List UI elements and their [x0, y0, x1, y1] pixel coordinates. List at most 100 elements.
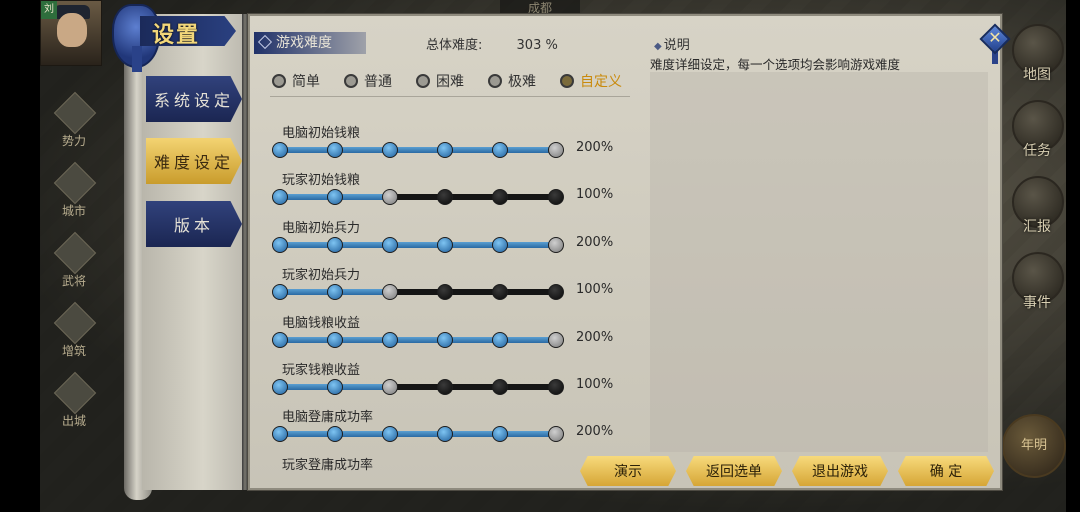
- difficulty-presets: 简单 普通 困难 极难 自定义: [272, 68, 632, 94]
- nav-report[interactable]: 汇报: [1004, 170, 1070, 246]
- slider-knob[interactable]: [548, 331, 564, 348]
- slider-track[interactable]: [272, 284, 564, 301]
- radio-icon: [560, 74, 574, 88]
- nav-map[interactable]: 地图: [1004, 18, 1070, 94]
- slider-knob[interactable]: [548, 236, 564, 253]
- nav-exit-city[interactable]: 出城: [46, 371, 102, 442]
- slider-knob[interactable]: [327, 142, 343, 158]
- slider-track[interactable]: [272, 142, 564, 158]
- nav-task[interactable]: 任务: [1004, 94, 1070, 170]
- slider-knob[interactable]: [327, 189, 343, 206]
- nav-report-label: 汇报: [1023, 219, 1051, 235]
- slider-knob[interactable]: [272, 378, 288, 395]
- preset-hard[interactable]: 困难: [416, 68, 488, 94]
- slider-knob[interactable]: [327, 236, 343, 253]
- general-icon: [53, 231, 97, 275]
- slider-knob[interactable]: [548, 142, 564, 158]
- difficulty-label-text: 游戏难度: [276, 35, 332, 51]
- slider-knob[interactable]: [272, 426, 288, 443]
- dialog-title-badge: 设置: [112, 4, 240, 72]
- slider-track[interactable]: [272, 378, 564, 395]
- slider-track[interactable]: [272, 426, 564, 443]
- slider-knob[interactable]: [437, 189, 453, 206]
- slider-knob[interactable]: [382, 189, 398, 206]
- radio-icon: [344, 74, 358, 88]
- slider-knob[interactable]: [437, 142, 453, 158]
- nav-event[interactable]: 事件: [1004, 246, 1070, 322]
- slider-knob[interactable]: [327, 331, 343, 348]
- ok-button[interactable]: 确 定: [898, 456, 994, 486]
- radio-icon: [272, 74, 286, 88]
- preset-extreme[interactable]: 极难: [488, 68, 560, 94]
- slider-knob[interactable]: [327, 378, 343, 395]
- slider-knob[interactable]: [382, 284, 398, 301]
- preset-easy[interactable]: 简单: [272, 68, 344, 94]
- nav-city[interactable]: 城市: [46, 161, 102, 232]
- slider-knob[interactable]: [272, 284, 288, 301]
- faction-icon: [53, 91, 97, 135]
- tab-difficulty-settings[interactable]: 难度设定: [146, 138, 242, 184]
- close-button[interactable]: ✕: [979, 22, 1011, 64]
- preset-extreme-label: 极难: [508, 74, 536, 90]
- slider-label: 玩家登庸成功率: [282, 457, 374, 473]
- slider-knob[interactable]: [492, 378, 508, 395]
- slider-knob[interactable]: [437, 378, 453, 395]
- preset-custom[interactable]: 自定义: [560, 68, 632, 94]
- slider-label: 电脑登庸成功率: [282, 410, 374, 426]
- slider-knob[interactable]: [382, 426, 398, 443]
- slider-knob[interactable]: [382, 142, 398, 158]
- preset-normal[interactable]: 普通: [344, 68, 416, 94]
- preset-easy-label: 简单: [292, 74, 320, 90]
- nav-build[interactable]: 增筑: [46, 301, 102, 372]
- nav-general[interactable]: 武将: [46, 231, 102, 302]
- tab-system-settings[interactable]: 系统设定: [146, 76, 242, 122]
- slider-knob[interactable]: [272, 189, 288, 206]
- slider-track[interactable]: [272, 236, 564, 253]
- slider-value: 200%: [576, 140, 614, 155]
- difficulty-sliders: 电脑初始钱粮 200% 玩家初始钱粮 100% 电脑初始兵力 200% 玩家初始兵力 100%…: [272, 122, 642, 501]
- slider-knob[interactable]: [272, 331, 288, 348]
- explanation-box: [650, 72, 988, 452]
- slider-fill: [280, 336, 556, 343]
- lord-portrait[interactable]: 刘: [40, 0, 102, 66]
- overall-difficulty-label: 总体难度:: [426, 38, 483, 53]
- slider-knob[interactable]: [437, 331, 453, 348]
- demo-button[interactable]: 演示: [580, 456, 676, 486]
- tab-version[interactable]: 版本: [146, 201, 242, 247]
- slider-knob[interactable]: [492, 331, 508, 348]
- dialog-title: 设置: [152, 23, 201, 48]
- nav-faction[interactable]: 势力: [46, 91, 102, 162]
- slider-knob[interactable]: [548, 189, 564, 206]
- slider-knob[interactable]: [492, 284, 508, 301]
- slider-track[interactable]: [272, 331, 564, 348]
- slider-knob[interactable]: [492, 426, 508, 443]
- slider-row: 电脑钱粮收益 200%: [272, 312, 642, 359]
- slider-knob[interactable]: [437, 426, 453, 443]
- left-command-bar: 势力 城市 武将 增筑 出城: [46, 91, 102, 442]
- slider-knob[interactable]: [548, 378, 564, 395]
- slider-track[interactable]: [272, 189, 564, 206]
- slider-knob[interactable]: [327, 426, 343, 443]
- radio-icon: [488, 74, 502, 88]
- slider-knob[interactable]: [327, 284, 343, 301]
- back-to-menu-button[interactable]: 返回选单: [686, 456, 782, 486]
- slider-knob[interactable]: [548, 284, 564, 301]
- explanation-title-text: 说明: [663, 38, 690, 53]
- slider-knob[interactable]: [272, 236, 288, 253]
- slider-knob[interactable]: [548, 426, 564, 443]
- slider-knob[interactable]: [437, 284, 453, 301]
- slider-knob[interactable]: [382, 236, 398, 253]
- slider-knob[interactable]: [492, 142, 508, 158]
- slider-knob[interactable]: [382, 378, 398, 395]
- slider-row: 电脑初始兵力 200%: [272, 217, 642, 264]
- faction-tag: 刘: [41, 1, 57, 19]
- exit-game-button[interactable]: 退出游戏: [792, 456, 888, 486]
- slider-knob[interactable]: [382, 331, 398, 348]
- slider-fill: [280, 431, 556, 438]
- slider-knob[interactable]: [272, 142, 288, 158]
- slider-knob[interactable]: [437, 236, 453, 253]
- overall-difficulty-value: 303 %: [516, 38, 558, 53]
- slider-knob[interactable]: [492, 189, 508, 206]
- slider-knob[interactable]: [492, 236, 508, 253]
- year-badge[interactable]: 年明: [1002, 414, 1066, 478]
